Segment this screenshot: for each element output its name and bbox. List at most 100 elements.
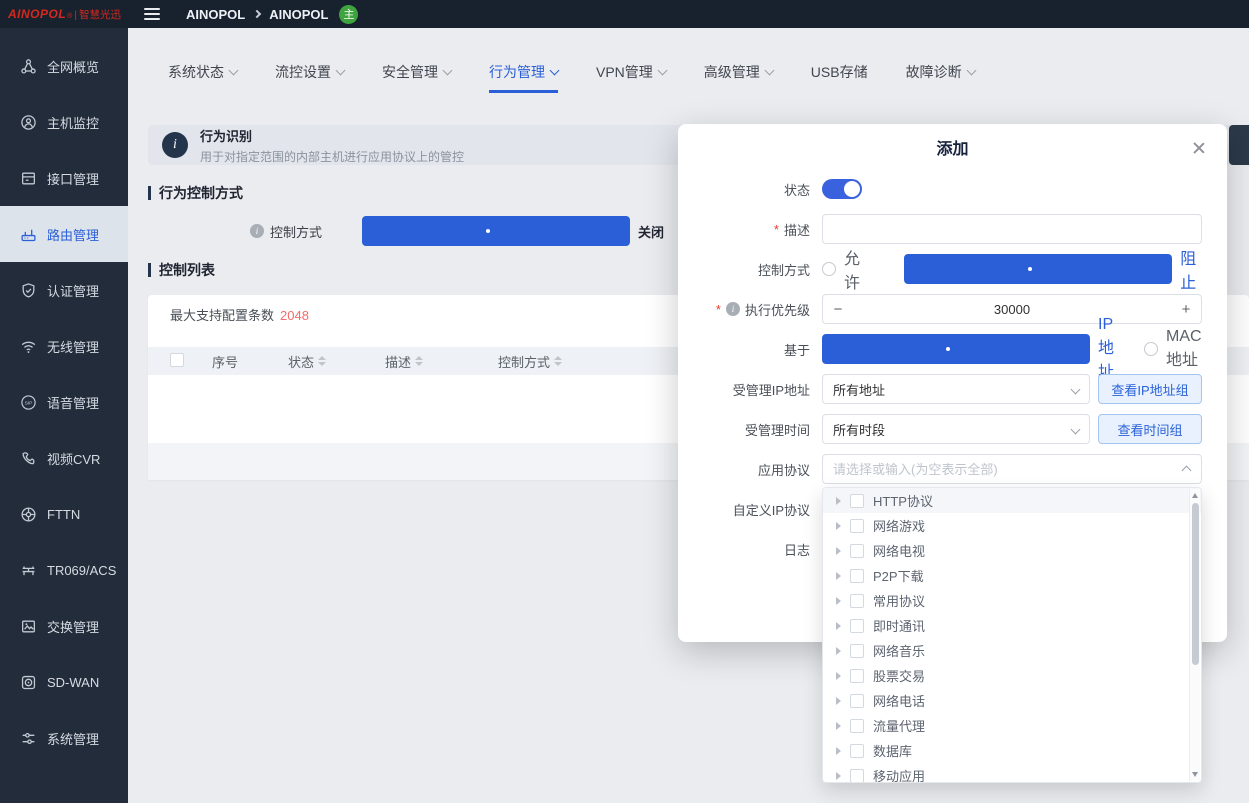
protocol-option[interactable]: 网络电话 [823, 688, 1201, 713]
protocol-option[interactable]: 网络电视 [823, 538, 1201, 563]
managed-ip-label: 受管理IP地址 [678, 380, 822, 399]
sort-icon[interactable] [415, 356, 423, 366]
checkbox[interactable] [850, 669, 864, 683]
caret-right-icon[interactable] [836, 622, 841, 630]
sidebar-item-fttn[interactable]: FTTN [0, 486, 128, 542]
tab-usb[interactable]: USB存储 [811, 62, 868, 90]
sidebar-item-sdwan[interactable]: SD-WAN [0, 654, 128, 710]
checkbox[interactable] [850, 519, 864, 533]
sort-icon[interactable] [318, 356, 326, 366]
caret-right-icon[interactable] [836, 572, 841, 580]
radio-close[interactable]: 关闭 [362, 216, 664, 246]
caret-right-icon[interactable] [836, 772, 841, 780]
managed-time-select[interactable]: 所有时段 [822, 414, 1090, 444]
breadcrumb-current[interactable]: AINOPOL [269, 7, 328, 22]
side-help-tab[interactable] [1229, 125, 1249, 165]
radio-block[interactable]: 阻止 [904, 245, 1202, 293]
radio-allow[interactable]: 允许 [822, 245, 874, 293]
sidebar-item-label: 主机监控 [47, 113, 99, 132]
scrollbar[interactable] [1189, 489, 1200, 781]
breadcrumb: AINOPOL AINOPOL 主 [186, 5, 358, 24]
sidebar-item-system[interactable]: 系统管理 [0, 710, 128, 766]
required-mark: * [774, 222, 779, 237]
protocol-option[interactable]: 股票交易 [823, 663, 1201, 688]
tab-security[interactable]: 安全管理 [382, 62, 451, 90]
sidebar-item-interface[interactable]: 接口管理 [0, 150, 128, 206]
sidebar-item-wireless[interactable]: 无线管理 [0, 318, 128, 374]
caret-right-icon[interactable] [836, 597, 841, 605]
sidebar-item-overview[interactable]: 全网概览 [0, 38, 128, 94]
description-input[interactable] [822, 214, 1202, 244]
caret-right-icon[interactable] [836, 522, 841, 530]
column-status: 状态 [288, 352, 314, 371]
caret-right-icon[interactable] [836, 547, 841, 555]
close-icon[interactable] [1191, 140, 1207, 156]
protocol-option[interactable]: 流量代理 [823, 713, 1201, 738]
chevron-down-icon [1071, 385, 1081, 395]
caret-right-icon[interactable] [836, 497, 841, 505]
checkbox[interactable] [850, 769, 864, 783]
priority-value[interactable]: 30000 [994, 302, 1030, 317]
scroll-up-icon[interactable] [1192, 493, 1198, 498]
checkbox[interactable] [850, 544, 864, 558]
checkbox[interactable] [850, 569, 864, 583]
tab-behavior[interactable]: 行为管理 [489, 62, 558, 93]
sidebar-item-label: 无线管理 [47, 337, 99, 356]
protocol-option[interactable]: 常用协议 [823, 588, 1201, 613]
checkbox[interactable] [850, 494, 864, 508]
checkbox[interactable] [850, 694, 864, 708]
protocol-option[interactable]: HTTP协议 [823, 488, 1201, 513]
logo-primary: AINOPOL [8, 7, 66, 21]
checkbox[interactable] [850, 619, 864, 633]
section-title-control-list: 控制列表 [148, 260, 215, 280]
caret-right-icon[interactable] [836, 722, 841, 730]
sidebar-item-voice[interactable]: SIP语音管理 [0, 374, 128, 430]
logo-reg-mark: ® [67, 13, 72, 20]
network-overview-icon [20, 58, 37, 75]
checkbox[interactable] [850, 744, 864, 758]
protocol-input[interactable] [822, 454, 1202, 484]
menu-icon[interactable] [144, 8, 160, 20]
tab-flow-control[interactable]: 流控设置 [275, 62, 344, 90]
sidebar-item-host-monitor[interactable]: 主机监控 [0, 94, 128, 150]
scroll-down-icon[interactable] [1192, 772, 1198, 777]
protocol-option[interactable]: P2P下载 [823, 563, 1201, 588]
protocol-option[interactable]: 网络游戏 [823, 513, 1201, 538]
checkbox[interactable] [850, 719, 864, 733]
radio-ip-address[interactable]: IP地址 [822, 316, 1114, 382]
sidebar-item-video-cvr[interactable]: 视频CVR [0, 430, 128, 486]
sidebar-item-switch[interactable]: 交换管理 [0, 598, 128, 654]
sort-icon[interactable] [554, 356, 562, 366]
checkbox[interactable] [850, 644, 864, 658]
breadcrumb-root[interactable]: AINOPOL [186, 7, 245, 22]
tab-diagnosis[interactable]: 故障诊断 [906, 62, 975, 90]
chevron-down-icon [443, 66, 453, 76]
tab-system-status[interactable]: 系统状态 [168, 62, 237, 90]
caret-right-icon[interactable] [836, 672, 841, 680]
protocol-option[interactable]: 移动应用 [823, 763, 1201, 783]
sidebar-item-tr069[interactable]: TR069/ACS [0, 542, 128, 598]
view-ip-group-button[interactable]: 查看IP地址组 [1098, 374, 1202, 404]
shield-icon [20, 282, 37, 299]
sidebar-item-auth[interactable]: 认证管理 [0, 262, 128, 318]
scrollbar-thumb[interactable] [1192, 503, 1199, 665]
app-root: AINOPOL ® | 智慧光迅 AINOPOL AINOPOL 主 全网概览 … [0, 0, 1249, 803]
checkbox[interactable] [850, 594, 864, 608]
protocol-option[interactable]: 网络音乐 [823, 638, 1201, 663]
tab-advanced[interactable]: 高级管理 [704, 62, 773, 90]
radio-icon [822, 334, 1090, 364]
radio-mac-address[interactable]: MAC地址 [1144, 328, 1202, 370]
protocol-option[interactable]: 数据库 [823, 738, 1201, 763]
protocol-option[interactable]: 即时通讯 [823, 613, 1201, 638]
caret-right-icon[interactable] [836, 647, 841, 655]
tab-vpn[interactable]: VPN管理 [596, 62, 666, 90]
sidebar-item-label: 路由管理 [47, 225, 99, 244]
chevron-down-icon [229, 66, 239, 76]
select-all-checkbox[interactable] [170, 353, 184, 367]
caret-right-icon[interactable] [836, 747, 841, 755]
view-time-group-button[interactable]: 查看时间组 [1098, 414, 1202, 444]
caret-right-icon[interactable] [836, 697, 841, 705]
managed-ip-select[interactable]: 所有地址 [822, 374, 1090, 404]
sidebar-item-route[interactable]: 路由管理 [0, 206, 128, 262]
status-toggle[interactable] [822, 179, 862, 199]
